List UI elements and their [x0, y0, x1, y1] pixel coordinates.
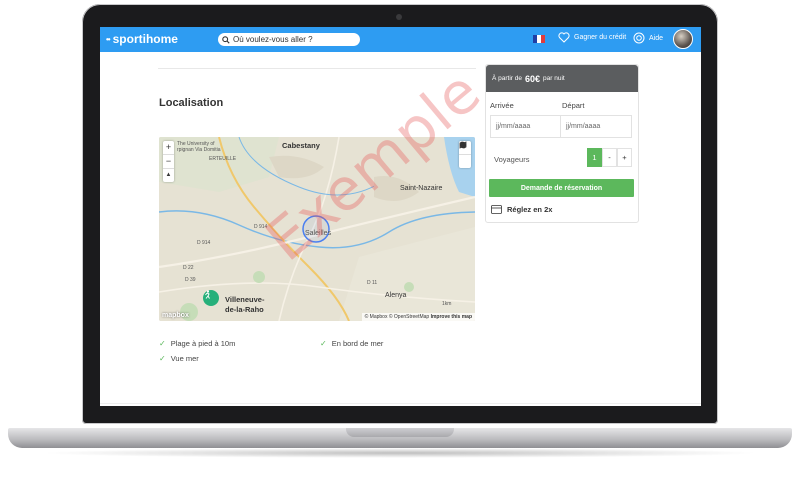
map-label-cabestany: Cabestany: [282, 141, 320, 150]
help-label: Aide: [649, 34, 664, 42]
lifebuoy-icon: [633, 32, 645, 44]
map[interactable]: Cabestany The University of rpignan Via …: [159, 137, 475, 321]
map-label-perteuille: ERTEUILLE: [209, 156, 237, 162]
price-value: 60€: [525, 73, 541, 84]
search-bar[interactable]: [218, 33, 360, 46]
divider: [158, 68, 476, 69]
map-label-villeneuve: Villeneuve-: [225, 295, 265, 304]
feature-label: Vue mer: [170, 354, 199, 363]
laptop-bezel: [100, 406, 701, 412]
feature-item: ✓ Vue mer: [159, 354, 199, 363]
section-title: Localisation: [159, 97, 224, 109]
split-payment-label: Réglez en 2x: [507, 205, 553, 214]
help-link[interactable]: Aide: [633, 32, 663, 44]
arrival-label: Arrivée: [490, 101, 514, 110]
map-label-saleilles: Saleilles: [305, 230, 332, 237]
feature-label: Plage à pied à 10m: [170, 339, 236, 348]
attribution-text[interactable]: © Mapbox © OpenStreetMap: [365, 314, 430, 320]
map-attribution: © Mapbox © OpenStreetMap Improve this ma…: [361, 313, 475, 321]
booking-price-header: À partir de 60€ par nuit: [486, 65, 638, 92]
card-icon: [491, 205, 502, 214]
flag-fr-icon[interactable]: [533, 35, 545, 43]
map-label-saint-nazaire: Saint-Nazaire: [400, 185, 443, 192]
map-label-university2: rpignan Via Domitia: [177, 147, 221, 153]
feature-item: ✓ En bord de mer: [320, 339, 383, 348]
search-icon: [222, 35, 230, 44]
laptop-shadow: [40, 448, 760, 458]
price-suffix: par nuit: [543, 75, 565, 82]
mapbox-logo: mapbox: [162, 312, 189, 319]
request-booking-button[interactable]: Demande de réservation: [489, 179, 634, 197]
feature-item: ✓ Plage à pied à 10m: [159, 339, 235, 348]
departure-label: Départ: [562, 101, 585, 110]
guests-value: 1: [587, 148, 602, 167]
map-label-road-d11: D 11: [367, 280, 378, 286]
logo[interactable]: •• sportihome: [106, 32, 178, 46]
map-label-road-d39: D 39: [185, 277, 196, 283]
credit-label: Gagner du crédit: [574, 34, 627, 41]
zoom-in-button[interactable]: +: [163, 141, 174, 155]
screen: •• sportihome Gagner du crédit Aide Loca…: [100, 27, 701, 406]
avatar[interactable]: [673, 29, 693, 49]
map-label-road-d22: D 22: [183, 265, 194, 271]
check-icon: ✓: [320, 339, 327, 348]
laptop-notch: [346, 428, 454, 437]
feature-label: En bord de mer: [331, 339, 384, 348]
zoom-out-button[interactable]: −: [163, 155, 174, 169]
map-zoom-control: + − ▲: [163, 141, 174, 182]
search-input[interactable]: [233, 35, 351, 44]
logo-text: sportihome: [112, 32, 178, 46]
booking-widget: À partir de 60€ par nuit Arrivée Départ …: [485, 64, 639, 223]
map-style-control: [459, 141, 471, 168]
improve-map-link[interactable]: Improve this map: [431, 314, 472, 320]
logo-dots-icon: ••: [106, 34, 111, 44]
compass-button[interactable]: ▲: [163, 169, 174, 182]
guests-plus-button[interactable]: +: [617, 148, 632, 167]
sport-marker-icon[interactable]: [203, 290, 219, 306]
divider-bottom: [100, 403, 701, 404]
check-icon: ✓: [159, 339, 166, 348]
check-icon: ✓: [159, 354, 166, 363]
map-label-villeneuve2: de-la-Raho: [225, 305, 264, 314]
map-label-road-d914b: D 914: [197, 240, 211, 246]
site-header: •• sportihome Gagner du crédit Aide: [100, 27, 701, 52]
guests-minus-button[interactable]: -: [602, 148, 617, 167]
price-prefix: À partir de: [492, 75, 522, 82]
guests-label: Voyageurs: [494, 155, 530, 164]
globe-icon[interactable]: [459, 141, 471, 168]
map-scale: 1km: [442, 301, 452, 307]
map-label-road-d914: D 914: [254, 224, 268, 230]
departure-input[interactable]: jj/mm/aaaa: [561, 115, 632, 138]
split-payment[interactable]: Réglez en 2x: [491, 205, 552, 214]
heart-icon: [558, 32, 570, 43]
credit-link[interactable]: Gagner du crédit: [558, 32, 626, 43]
camera-icon: [396, 14, 402, 20]
map-label-alenya: Alenya: [385, 292, 407, 299]
arrival-input[interactable]: jj/mm/aaaa: [490, 115, 561, 138]
